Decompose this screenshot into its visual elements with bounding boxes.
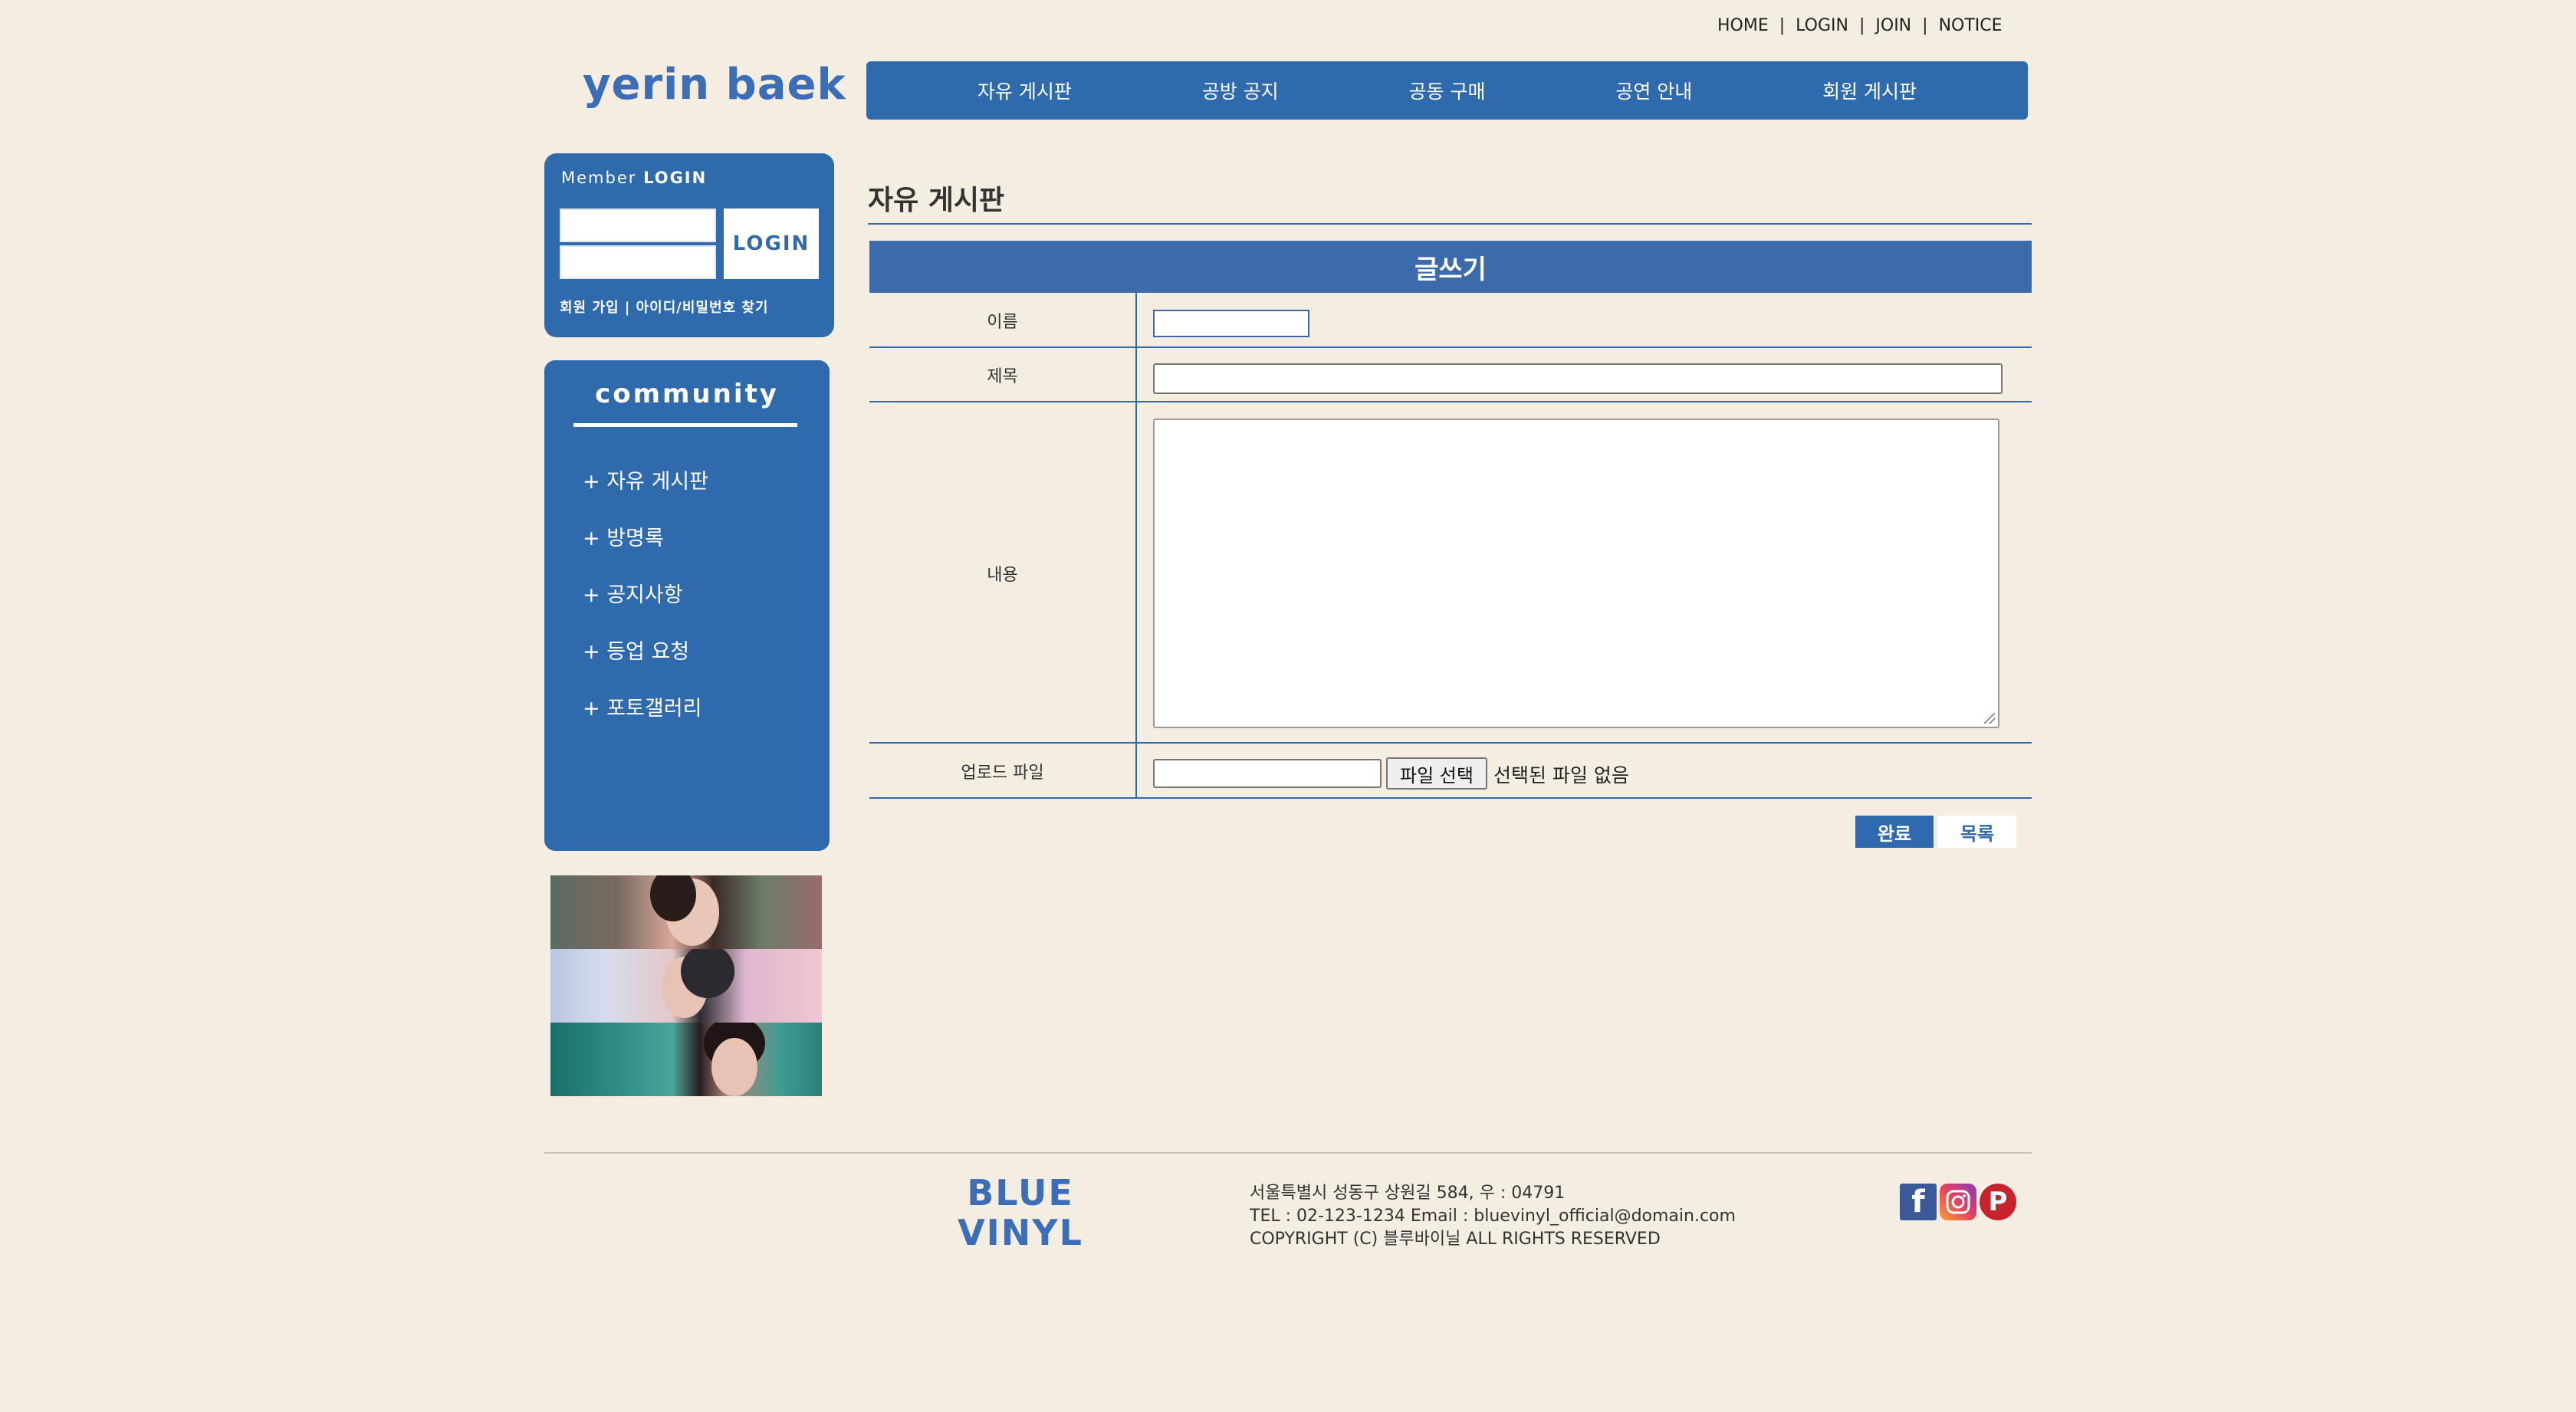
footer-copyright: COPYRIGHT (C) 블루바이닐 ALL RIGHTS RESERVED [1250, 1230, 1661, 1249]
top-link-join[interactable]: JOIN [1875, 16, 1911, 35]
nav-workshop-notice[interactable]: 공방 공지 [1202, 77, 1279, 104]
content-textarea[interactable] [1153, 419, 1999, 728]
community-item-free-board[interactable]: + 자유 게시판 [583, 465, 708, 494]
login-id-input[interactable] [560, 209, 716, 242]
subject-input[interactable] [1153, 363, 2003, 394]
top-link-separator: | [1858, 15, 1865, 35]
community-panel: community + 자유 게시판 + 방명록 + 공지사항 + 등업 요청 … [544, 360, 830, 851]
form-header: 글쓰기 [869, 241, 2032, 293]
login-button[interactable]: LOGIN [724, 209, 819, 279]
name-input[interactable] [1153, 310, 1309, 337]
main-nav: 자유 게시판 공방 공지 공동 구매 공연 안내 회원 게시판 [866, 61, 2028, 120]
resize-handle-icon[interactable] [1984, 713, 1995, 724]
top-link-home[interactable]: HOME [1717, 16, 1769, 35]
name-label: 이름 [987, 313, 1018, 332]
list-button[interactable]: 목록 [1938, 816, 2016, 848]
top-link-notice[interactable]: NOTICE [1939, 16, 2003, 35]
nav-concert-info[interactable]: 공연 안내 [1615, 77, 1692, 104]
footer-divider [544, 1152, 2032, 1154]
community-divider [573, 423, 797, 427]
footer-contact: TEL : 02-123-1234 Email : bluevinyl_offi… [1250, 1207, 1736, 1226]
banner-photo-1[interactable] [550, 875, 822, 949]
login-title: Member LOGIN [561, 169, 708, 187]
footer-address: 서울특별시 성동구 상원길 584, 우 : 04791 [1250, 1184, 1566, 1203]
nav-free-board[interactable]: 자유 게시판 [978, 77, 1072, 104]
form-row-divider [869, 742, 2032, 744]
top-links: HOME | LOGIN | JOIN | NOTICE [1717, 12, 2003, 38]
form-row-divider [869, 401, 2032, 402]
banner-photo-2[interactable] [550, 949, 822, 1023]
top-link-login[interactable]: LOGIN [1796, 16, 1848, 35]
pinterest-icon[interactable]: P [1980, 1184, 2016, 1220]
footer-info: 서울특별시 성동구 상원길 584, 우 : 04791 TEL : 02-12… [1250, 1182, 1736, 1251]
choose-file-button[interactable]: 파일 선택 [1386, 757, 1487, 790]
community-item-level-request[interactable]: + 등업 요청 [583, 635, 689, 665]
form-row-divider [869, 346, 2032, 348]
login-password-input[interactable] [560, 245, 716, 279]
community-item-photo-gallery[interactable]: + 포토갤러리 [583, 691, 702, 721]
banner-photo-3[interactable] [550, 1023, 822, 1096]
title-divider [868, 223, 2032, 225]
upload-path-input[interactable] [1153, 759, 1382, 788]
top-link-separator: | [1922, 15, 1928, 35]
login-links[interactable]: 회원 가입 | 아이디/비밀번호 찾기 [560, 297, 769, 317]
upload-label: 업로드 파일 [961, 763, 1044, 783]
site-logo[interactable]: yerin baek [583, 60, 846, 110]
submit-button[interactable]: 완료 [1855, 816, 1934, 848]
form-row-divider [869, 797, 2032, 799]
community-title: community [595, 379, 779, 409]
nav-group-purchase[interactable]: 공동 구매 [1409, 77, 1486, 104]
login-panel: Member LOGIN LOGIN 회원 가입 | 아이디/비밀번호 찾기 [544, 153, 834, 337]
file-status-text: 선택된 파일 없음 [1493, 764, 1629, 786]
content-label: 내용 [987, 566, 1018, 585]
top-link-separator: | [1779, 15, 1786, 35]
footer-logo: BLUE VINYL [958, 1172, 1083, 1253]
facebook-icon[interactable]: f [1900, 1184, 1937, 1220]
community-item-notice[interactable]: + 공지사항 [583, 578, 683, 608]
page-title: 자유 게시판 [868, 185, 1005, 216]
form-column-divider [1135, 293, 1137, 799]
subject-label: 제목 [987, 367, 1018, 386]
instagram-icon[interactable] [1940, 1184, 1976, 1220]
community-item-guestbook[interactable]: + 방명록 [583, 521, 664, 551]
nav-member-board[interactable]: 회원 게시판 [1822, 77, 1917, 104]
